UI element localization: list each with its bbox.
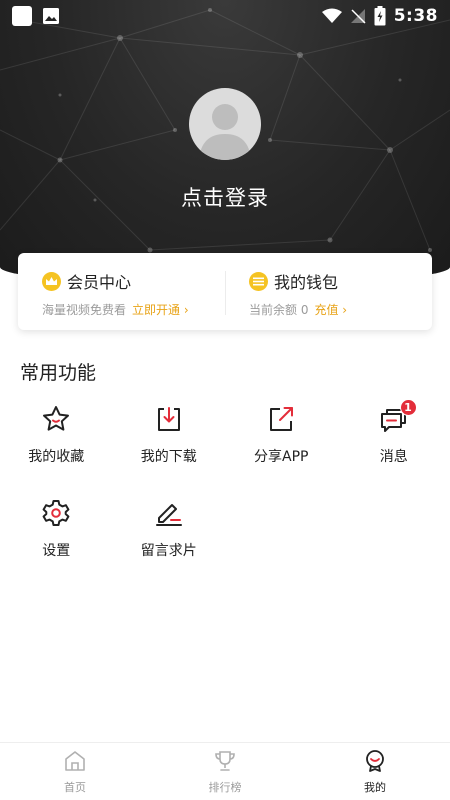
profile-icon	[366, 750, 384, 772]
image-icon	[43, 8, 59, 24]
section-title: 常用功能	[20, 362, 97, 384]
bottom-nav: 首页 排行榜 我的	[0, 742, 450, 800]
status-time: 5:38	[393, 6, 438, 26]
crown-icon	[42, 271, 61, 291]
share-app-button[interactable]: 分享APP	[225, 398, 338, 472]
share-app-label: 分享APP	[254, 449, 309, 465]
recharge-link[interactable]: 充值 ›	[314, 301, 347, 318]
message-badge: 1	[399, 399, 417, 416]
membership-center[interactable]: 会员中心 海量视频免费看 立即开通 ›	[18, 253, 225, 330]
favorites-button[interactable]: 我的收藏	[0, 398, 113, 472]
wallet[interactable]: 我的钱包 当前余额 0 充值 ›	[225, 253, 432, 330]
signal-icon	[350, 9, 366, 24]
battery-icon	[374, 6, 386, 26]
wifi-icon	[321, 8, 342, 23]
download-icon	[157, 407, 180, 431]
membership-subtitle: 海量视频免费看	[42, 303, 127, 317]
chevron-right-icon: ›	[183, 303, 189, 317]
activate-link[interactable]: 立即开通 ›	[132, 301, 189, 318]
messages-button[interactable]: 1 消息	[338, 398, 450, 472]
home-icon	[65, 751, 85, 771]
trophy-icon	[215, 751, 235, 771]
profile-header: 5:38 点击登录	[0, 0, 450, 285]
nav-mine[interactable]: 我的	[300, 743, 450, 800]
wallet-balance: 当前余额 0	[249, 303, 309, 317]
settings-button[interactable]: 设置	[0, 492, 113, 566]
nav-home-label: 首页	[64, 781, 86, 794]
nav-mine-label: 我的	[364, 781, 386, 794]
user-placeholder-icon	[199, 104, 251, 160]
avatar[interactable]	[189, 88, 261, 160]
request-movie-button[interactable]: 留言求片	[113, 492, 226, 566]
settings-label: 设置	[42, 543, 71, 559]
wallet-icon	[249, 271, 268, 291]
notification-icon	[12, 6, 32, 26]
nav-home[interactable]: 首页	[0, 743, 150, 800]
downloads-label: 我的下载	[140, 449, 197, 465]
messages-label: 消息	[379, 449, 408, 465]
wallet-title: 我的钱包	[274, 273, 339, 292]
share-icon	[270, 407, 294, 431]
star-icon	[43, 406, 70, 431]
nav-ranking-label: 排行榜	[208, 781, 242, 794]
downloads-button[interactable]: 我的下载	[113, 398, 226, 472]
nav-ranking[interactable]: 排行榜	[150, 743, 300, 800]
favorites-label: 我的收藏	[28, 449, 85, 465]
edit-icon	[155, 504, 182, 526]
request-movie-label: 留言求片	[140, 543, 197, 559]
login-button[interactable]: 点击登录	[0, 182, 450, 212]
gear-icon	[42, 500, 70, 526]
membership-title: 会员中心	[67, 273, 132, 292]
account-card: 会员中心 海量视频免费看 立即开通 › 我的钱包 当前余额 0 充值 ›	[18, 253, 432, 330]
chevron-right-icon: ›	[342, 303, 348, 317]
status-bar: 5:38	[0, 0, 450, 32]
function-grid: 我的收藏 我的下载 分享APP 1 消息 设置 留言求片	[0, 398, 450, 566]
